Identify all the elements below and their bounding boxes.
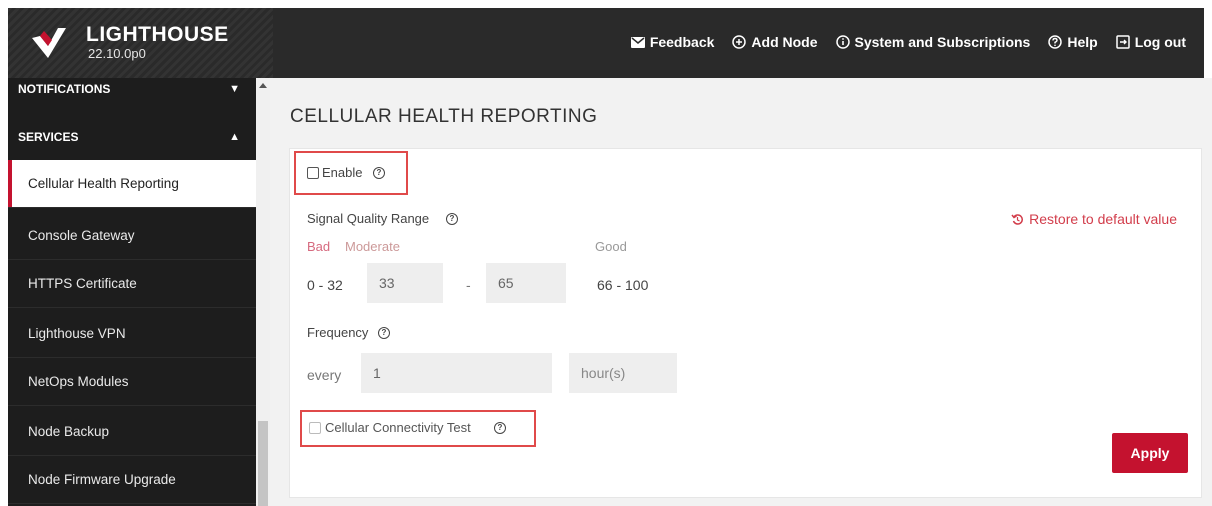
moderate-low-input[interactable] [367, 263, 443, 303]
top-nav: Feedback Add Node System and Subscriptio… [630, 34, 1186, 50]
chevron-down-icon: ▼ [229, 83, 240, 95]
sidebar-item-label: Cellular Health Reporting [28, 176, 179, 191]
brand-name: LIGHTHOUSE [86, 23, 229, 46]
logo-area[interactable]: LIGHTHOUSE 22.10.0p0 [8, 8, 273, 78]
page-title: CELLULAR HEALTH REPORTING [290, 106, 598, 127]
sidebar-item-label: HTTPS Certificate [28, 276, 137, 291]
every-label: every [307, 367, 342, 383]
restore-label: Restore to default value [1029, 211, 1177, 227]
restore-icon [1011, 213, 1024, 225]
section-label: SERVICES [18, 130, 79, 144]
sidebar-item-cellular-health-reporting[interactable]: Cellular Health Reporting [8, 160, 256, 208]
top-header: LIGHTHOUSE 22.10.0p0 Feedback Add Node S… [8, 8, 1204, 78]
logout-link[interactable]: Log out [1115, 34, 1186, 50]
main-content: CELLULAR HEALTH REPORTING Enable ? Signa… [270, 78, 1212, 506]
scroll-up-arrow-icon[interactable] [259, 83, 267, 88]
settings-card: Enable ? Signal Quality Range ? Restore … [289, 148, 1202, 498]
sidebar-section-notifications[interactable]: NOTIFICATIONS ▼ [8, 78, 256, 100]
enable-checkbox[interactable] [307, 167, 319, 179]
sidebar-section-services[interactable]: SERVICES ▲ [8, 116, 256, 158]
feedback-label: Feedback [649, 34, 715, 50]
lighthouse-logo-icon [32, 28, 66, 58]
feedback-link[interactable]: Feedback [630, 34, 715, 50]
sidebar-item-label: Node Firmware Upgrade [28, 472, 176, 487]
help-icon[interactable]: ? [373, 167, 385, 179]
frequency-label: Frequency [307, 325, 369, 340]
signal-quality-range-label: Signal Quality Range [307, 211, 430, 226]
help-link[interactable]: Help [1048, 34, 1098, 50]
sidebar-item-netops-modules[interactable]: NetOps Modules [8, 358, 256, 406]
add-node-link[interactable]: Add Node [732, 34, 818, 50]
mail-icon [630, 36, 645, 48]
plus-circle-icon [732, 35, 747, 49]
good-label: Good [595, 239, 627, 254]
sidebar-item-node-backup[interactable]: Node Backup [8, 408, 256, 456]
good-range-value: 66 - 100 [597, 277, 649, 293]
sidebar-item-label: Console Gateway [28, 228, 135, 243]
scroll-thumb[interactable] [258, 421, 268, 506]
bad-label: Bad [307, 239, 331, 254]
logout-label: Log out [1134, 34, 1186, 50]
help-icon[interactable]: ? [378, 327, 390, 339]
sidebar-item-label: Lighthouse VPN [28, 326, 126, 341]
question-circle-icon [1048, 35, 1063, 49]
help-icon[interactable]: ? [446, 213, 458, 225]
cellular-connectivity-test-label: Cellular Connectivity Test [325, 420, 471, 435]
apply-button[interactable]: Apply [1112, 433, 1188, 473]
chevron-up-icon: ▲ [229, 131, 240, 143]
system-subscriptions-label: System and Subscriptions [854, 34, 1031, 50]
frequency-unit-select[interactable]: hour(s) [569, 353, 677, 393]
help-icon[interactable]: ? [494, 422, 506, 434]
system-subscriptions-link[interactable]: System and Subscriptions [835, 34, 1031, 50]
restore-default-link[interactable]: Restore to default value [1011, 211, 1177, 227]
range-separator: - [466, 277, 471, 293]
moderate-label: Moderate [345, 239, 400, 254]
moderate-high-input[interactable] [486, 263, 566, 303]
cellular-connectivity-test-checkbox[interactable] [309, 422, 321, 434]
sidebar-item-node-firmware-upgrade[interactable]: Node Firmware Upgrade [8, 456, 256, 504]
help-label: Help [1067, 34, 1098, 50]
sidebar-scrollbar[interactable] [256, 78, 270, 506]
sidebar-item-label: NetOps Modules [28, 374, 129, 389]
enable-label: Enable [322, 165, 363, 180]
section-label: NOTIFICATIONS [18, 82, 111, 96]
info-circle-icon [835, 35, 850, 49]
add-node-label: Add Node [751, 34, 818, 50]
logout-icon [1115, 35, 1130, 49]
sidebar: NOTIFICATIONS ▼ SERVICES ▲ Cellular Heal… [8, 78, 256, 506]
sidebar-item-lighthouse-vpn[interactable]: Lighthouse VPN [8, 310, 256, 358]
bad-range-value: 0 - 32 [307, 277, 343, 293]
sidebar-item-label: Node Backup [28, 424, 110, 439]
version-label: 22.10.0p0 [88, 46, 146, 61]
frequency-input[interactable] [361, 353, 552, 393]
sidebar-item-https-certificate[interactable]: HTTPS Certificate [8, 260, 256, 308]
sidebar-item-console-gateway[interactable]: Console Gateway [8, 212, 256, 260]
